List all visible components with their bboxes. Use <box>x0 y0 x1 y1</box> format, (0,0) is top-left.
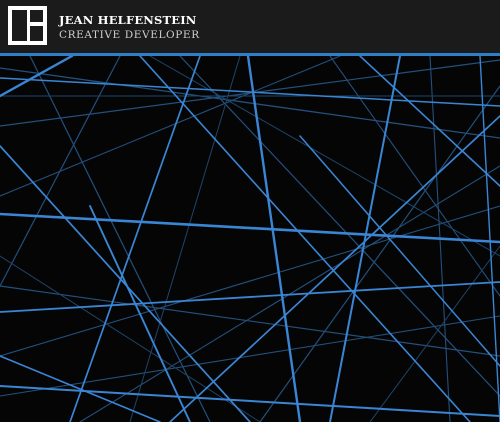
decor-line <box>329 56 500 297</box>
logo-block <box>12 10 27 41</box>
monogram-logo-icon[interactable] <box>8 6 47 45</box>
decor-line <box>479 56 500 422</box>
decor-line <box>0 315 500 397</box>
decor-line <box>0 56 341 197</box>
site-header: JEAN HELFENSTEIN CREATIVE DEVELOPER <box>0 0 500 56</box>
decor-line <box>246 56 302 422</box>
site-owner-name: JEAN HELFENSTEIN <box>59 13 197 27</box>
logo-block <box>30 10 43 22</box>
decor-line <box>0 145 251 422</box>
decor-line <box>259 85 500 422</box>
decor-line <box>0 255 261 422</box>
decor-line <box>129 56 241 422</box>
line-art-canvas <box>0 56 500 422</box>
decor-line <box>0 355 161 422</box>
page: JEAN HELFENSTEIN CREATIVE DEVELOPER <box>0 0 500 422</box>
logo-block <box>30 26 43 41</box>
decor-line <box>0 385 500 417</box>
site-owner-title: CREATIVE DEVELOPER <box>59 29 200 41</box>
decor-line <box>0 77 500 107</box>
